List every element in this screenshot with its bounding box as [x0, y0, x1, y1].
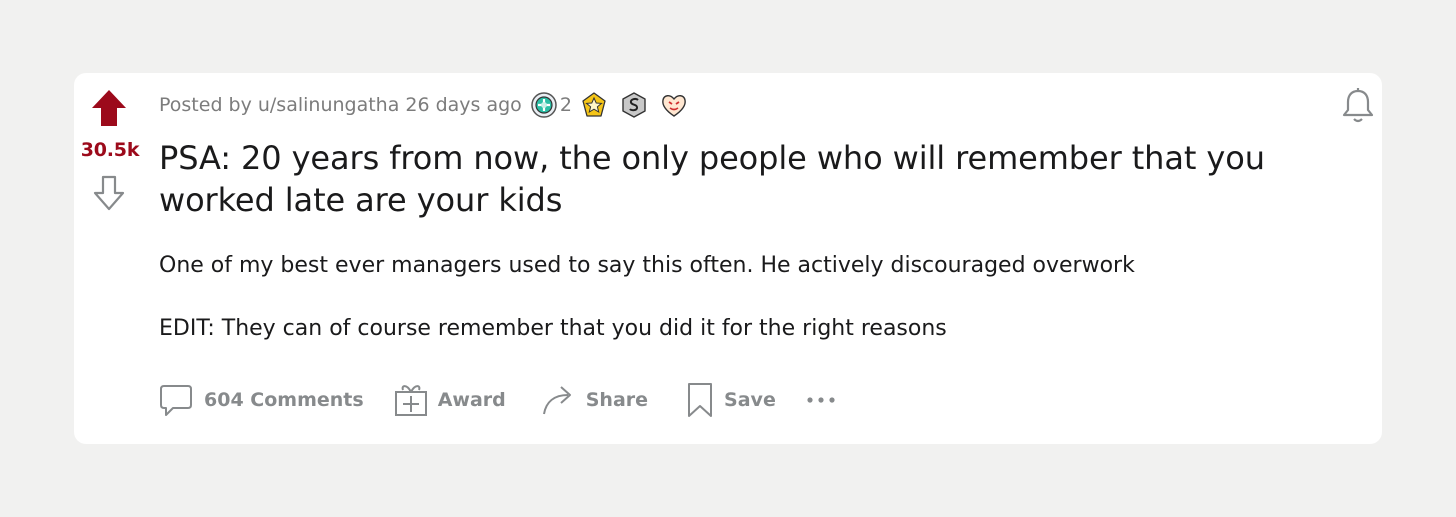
helpful-award-icon[interactable] [530, 91, 558, 119]
downvote-arrow-icon[interactable] [93, 175, 125, 211]
save-label: Save [724, 389, 776, 411]
post-timestamp[interactable]: 26 days ago [405, 94, 521, 116]
upvote-arrow-icon[interactable] [91, 89, 127, 127]
heart-award-icon[interactable] [660, 91, 688, 119]
post-body-paragraph: EDIT: They can of course remember that y… [159, 316, 947, 341]
more-options-button[interactable] [806, 395, 836, 405]
more-options-icon [807, 397, 835, 403]
posted-by-prefix: Posted by [159, 94, 252, 116]
share-button[interactable]: Share [540, 382, 648, 418]
share-label: Share [585, 389, 649, 411]
post-actions-bar: 604 Comments Award Share Save [158, 378, 836, 422]
post-body-paragraph: One of my best ever managers used to say… [159, 253, 1135, 278]
award-button[interactable]: Award [394, 382, 506, 418]
wholesome-award-icon[interactable] [580, 91, 608, 119]
author-link[interactable]: u/salinungatha [258, 94, 400, 116]
award-label: Award [437, 389, 506, 411]
post-title[interactable]: PSA: 20 years from now, the only people … [159, 137, 1309, 221]
silver-award-icon[interactable] [620, 91, 648, 119]
bookmark-icon [688, 383, 713, 417]
gift-icon [394, 385, 427, 416]
helpful-award-count: 2 [559, 94, 572, 116]
notification-bell-icon[interactable] [1340, 87, 1376, 125]
vote-column: 30.5k [74, 73, 146, 444]
share-arrow-icon [542, 386, 571, 415]
post-meta: Posted by u/salinungatha 26 days ago 2 [159, 91, 688, 119]
comments-label: 604 Comments [204, 389, 364, 411]
comment-bubble-icon [160, 385, 192, 416]
comments-button[interactable]: 604 Comments [158, 382, 364, 418]
vote-score: 30.5k [80, 139, 140, 161]
save-button[interactable]: Save [686, 382, 776, 418]
post-card: 30.5k Posted by u/salinungatha 26 days a… [74, 73, 1382, 444]
